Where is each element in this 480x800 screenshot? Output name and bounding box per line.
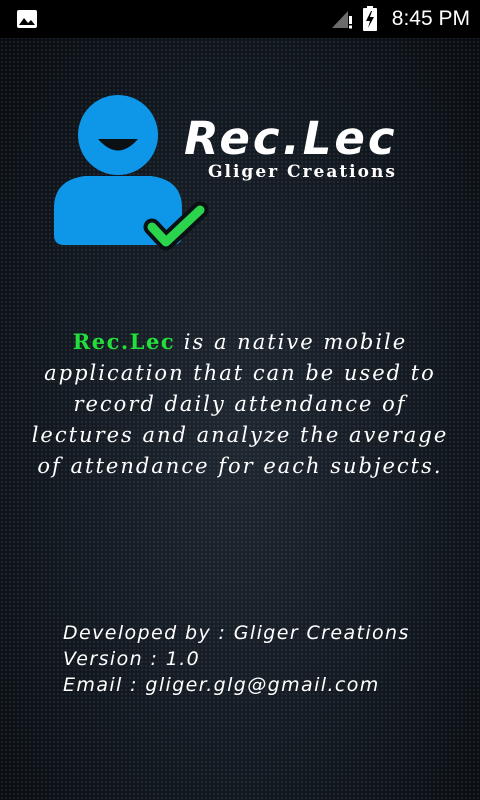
status-bar: 8:45 PM — [0, 0, 480, 38]
version-line: Version : 1.0 — [63, 648, 201, 670]
app-subtitle: Gliger Creations — [208, 162, 397, 182]
status-time: 8:45 PM — [391, 7, 470, 30]
developer-line: Developed by : Gliger Creations — [63, 622, 410, 644]
app-description: Rec.Lec is a native mobile application t… — [30, 326, 450, 482]
image-notification-icon — [16, 9, 38, 33]
description-brand: Rec.Lec — [72, 329, 176, 354]
email-line: Email : gliger.glg@gmail.com — [63, 674, 380, 696]
battery-charging-icon — [362, 6, 378, 36]
app-info: Developed by : Gliger Creations Version … — [63, 620, 410, 698]
app-title: Rec.Lec — [184, 112, 398, 165]
signal-icon — [330, 8, 354, 34]
